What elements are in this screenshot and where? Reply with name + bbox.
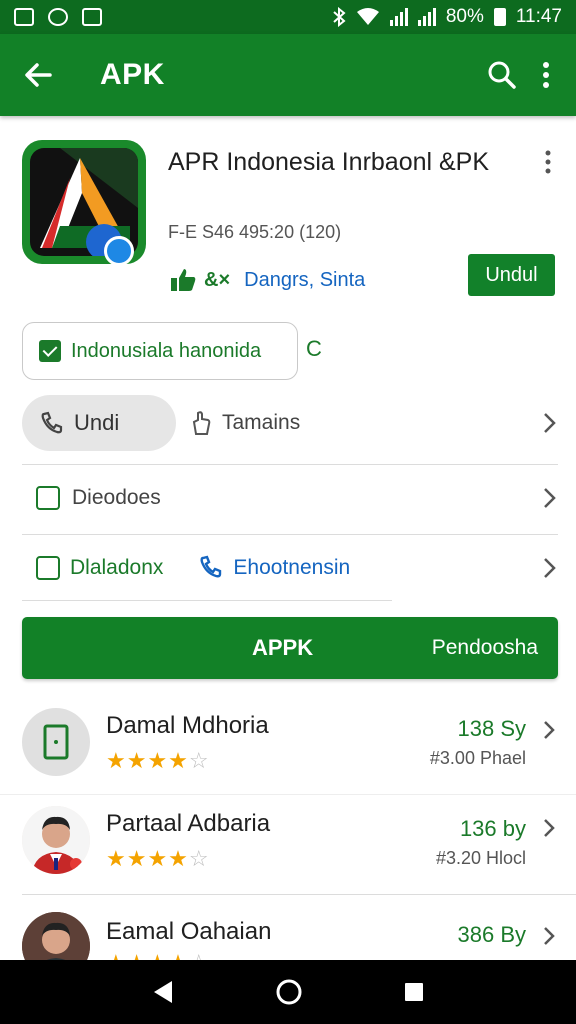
download-notification-icon [82,8,102,26]
category-link[interactable]: Dangrs, Sinta [244,269,365,292]
system-nav-bar [0,960,576,1024]
item-name: Partaal Adbaria [106,810,271,837]
chevron-right-icon [544,721,555,739]
app-bar: APK [0,34,576,116]
header-more-icon[interactable] [538,150,558,174]
chevron-right-icon[interactable] [542,557,556,579]
battery-icon [493,8,506,26]
item-name: Eamal Oahaian [106,918,272,945]
verified-chip[interactable]: Indonusiala hanonida [22,322,298,380]
page-title: APK [100,58,165,91]
item-price: #3.20 Hlocl [435,848,526,868]
cellular-signal-2-icon [417,8,436,26]
divider [22,464,558,465]
appk-banner-button[interactable]: APPK Pendoosha [22,617,558,679]
install-button[interactable]: Undul [468,254,555,296]
divider [0,794,576,795]
tablet-avatar-icon [22,708,90,776]
banner-left-label: APPK [252,635,314,660]
divider [22,534,558,535]
app-name: APR Indonesia Inrbaonl &PK [168,148,490,176]
dieodoes-row[interactable]: Dieodoes [22,470,556,526]
undi-button[interactable]: Undi [22,395,176,451]
tamains-item[interactable]: Tamains [190,410,300,436]
verified-label: Indonusiala hanonida [71,339,262,362]
banner-right-label: Pendoosha [431,636,538,659]
ehootnensin-item[interactable]: Ehootnensin [199,555,350,581]
chevron-right-icon [544,488,556,508]
check-icon [39,340,61,362]
thumbs-up-icon [171,269,196,291]
chevron-right-icon [544,927,555,945]
app-meta: F-E S46 495:20 (120) [168,222,342,242]
rating-text: &× [204,268,231,291]
call-icon [200,555,222,578]
nav-back-icon[interactable] [150,978,176,1006]
list-item[interactable]: Partaal Adbaria ★★★★☆ 136 by #3.20 Hlocl [0,800,576,900]
file-icon [36,556,60,580]
image-notification-icon [14,8,34,26]
row3-left-label: Dlaladonx [70,556,164,579]
rating-row: &× Dangrs, Sinta [170,268,365,292]
person-avatar [22,806,90,874]
nav-home-icon[interactable] [275,978,303,1006]
list-item[interactable]: Eamal Oahaian ★★★★☆ 386 By [0,906,576,960]
divider [22,600,392,601]
more-vert-icon[interactable] [524,53,568,97]
dlaladonx-item[interactable]: Dlaladonx [36,556,163,580]
nav-recents-icon[interactable] [402,980,426,1004]
row2-label: Dieodoes [72,486,161,509]
star-rating: ★★★★☆ [106,846,210,871]
person-avatar [22,912,90,960]
search-icon[interactable] [480,53,524,97]
item-size: 138 Sy [457,716,527,741]
back-arrow-icon[interactable] [16,53,60,97]
bluetooth-icon [333,7,346,27]
action-row: Undi Tamains [22,394,556,452]
refresh-badge-icon [104,236,134,266]
phone-icon [41,411,63,434]
list-item[interactable]: Damal Mdhoria ★★★★☆ 138 Sy #3.00 Phael [0,700,576,800]
star-rating: ★★★★☆ [106,748,210,773]
cellular-signal-icon [389,8,408,26]
item-size: 386 By [457,922,527,947]
row3-right-label: Ehootnensin [233,556,351,579]
tamains-label: Tamains [222,411,301,434]
wifi-icon [356,8,379,25]
divider [22,894,576,895]
item-size: 136 by [459,816,526,841]
chevron-right-icon [544,819,555,837]
status-bar: 80% 11:47 [0,0,576,34]
chevron-right-icon[interactable] [542,412,556,434]
item-price: #3.00 Phael [429,748,526,768]
hand-icon [192,411,211,435]
sync-notification-icon [48,8,68,26]
notification-icons [14,8,102,26]
battery-percent: 80% [445,6,484,27]
details-row: Dlaladonx Ehootnensin [22,540,556,596]
item-name: Damal Mdhoria [106,712,269,739]
chip-suffix: C [306,336,322,361]
download-box-icon [36,486,60,510]
pill-label: Undi [74,410,120,435]
star-rating: ★★★★☆ [106,950,210,960]
system-status: 80% 11:47 [332,6,562,28]
clock: 11:47 [515,6,562,27]
